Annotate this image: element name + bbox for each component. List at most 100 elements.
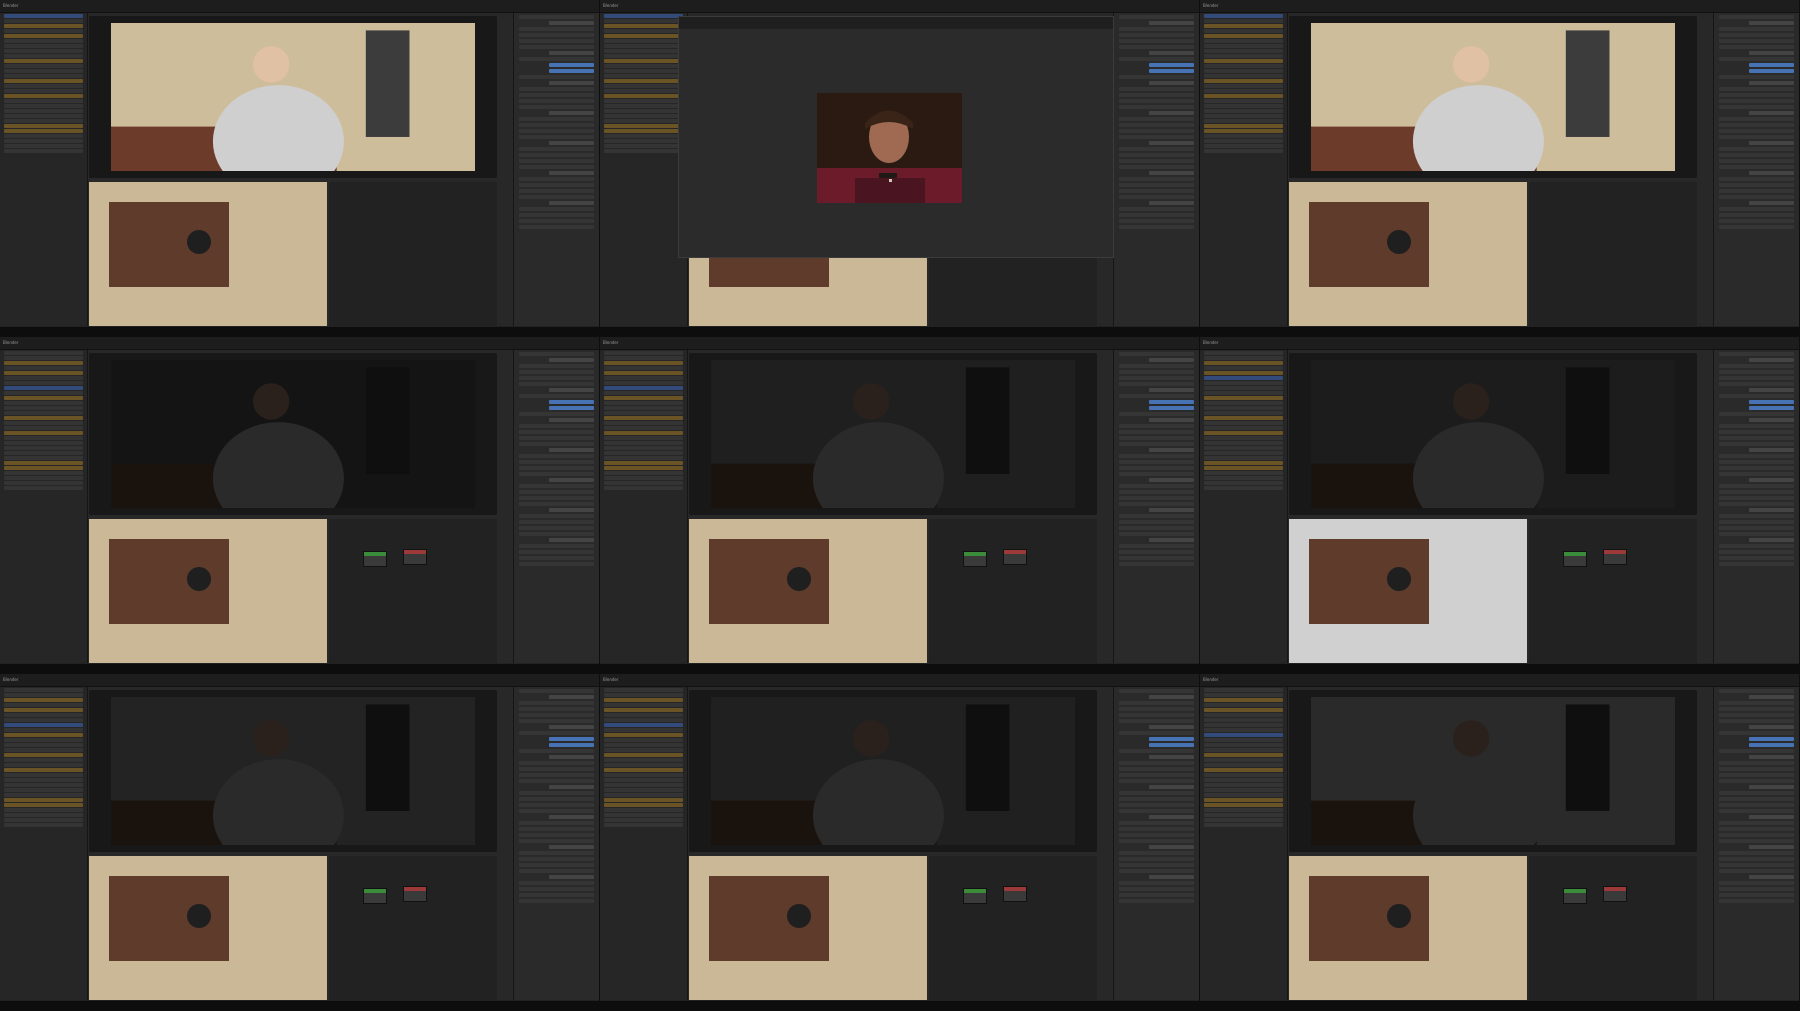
outliner-row[interactable] xyxy=(1119,442,1194,446)
outliner-row[interactable] xyxy=(1119,105,1194,109)
outliner-row[interactable] xyxy=(1719,562,1794,566)
outliner-row[interactable] xyxy=(4,59,83,63)
material-output-node[interactable] xyxy=(1603,549,1627,565)
outliner-row[interactable] xyxy=(1119,797,1194,801)
shader-node-editor[interactable] xyxy=(929,856,1097,1001)
outliner-row[interactable] xyxy=(549,815,594,819)
material-output-node[interactable] xyxy=(403,886,427,902)
outliner-row[interactable] xyxy=(1719,556,1794,560)
outliner-row[interactable] xyxy=(1204,149,1283,153)
outliner-row[interactable] xyxy=(1204,396,1283,400)
outliner-row[interactable] xyxy=(1204,351,1283,355)
outliner-row[interactable] xyxy=(1119,57,1194,61)
outliner-row[interactable] xyxy=(519,869,594,873)
outliner-row[interactable] xyxy=(4,813,83,817)
outliner-row[interactable] xyxy=(1149,171,1194,175)
outliner-row[interactable] xyxy=(519,689,594,693)
outliner-row[interactable] xyxy=(1119,502,1194,506)
outliner-row[interactable] xyxy=(1119,701,1194,705)
outliner-row[interactable] xyxy=(1119,436,1194,440)
properties-panel[interactable] xyxy=(513,13,599,326)
render-viewport[interactable] xyxy=(1289,353,1697,515)
render-viewport[interactable] xyxy=(689,690,1097,852)
outliner-row[interactable] xyxy=(1204,69,1283,73)
outliner-row[interactable] xyxy=(519,424,594,428)
outliner-row[interactable] xyxy=(1719,207,1794,211)
outliner-row[interactable] xyxy=(1719,833,1794,837)
outliner-row[interactable] xyxy=(519,899,594,903)
outliner-row[interactable] xyxy=(4,54,83,58)
outliner-row[interactable] xyxy=(519,412,594,416)
outliner-row[interactable] xyxy=(1719,502,1794,506)
outliner-row[interactable] xyxy=(4,713,83,717)
outliner-row[interactable] xyxy=(549,69,594,73)
shader-node[interactable] xyxy=(363,551,387,567)
outliner-row[interactable] xyxy=(4,94,83,98)
outliner-row[interactable] xyxy=(1119,779,1194,783)
outliner-row[interactable] xyxy=(604,351,683,355)
outliner-row[interactable] xyxy=(519,147,594,151)
outliner-row[interactable] xyxy=(1204,54,1283,58)
outliner-row[interactable] xyxy=(1204,421,1283,425)
outliner-row[interactable] xyxy=(1204,773,1283,777)
outliner-row[interactable] xyxy=(604,361,683,365)
outliner-row[interactable] xyxy=(1119,887,1194,891)
outliner-row[interactable] xyxy=(1204,361,1283,365)
outliner-row[interactable] xyxy=(604,698,683,702)
outliner-row[interactable] xyxy=(1204,84,1283,88)
outliner-row[interactable] xyxy=(1204,703,1283,707)
outliner-row[interactable] xyxy=(1719,899,1794,903)
outliner-row[interactable] xyxy=(1149,743,1194,747)
outliner-row[interactable] xyxy=(604,14,683,18)
outliner-row[interactable] xyxy=(604,406,683,410)
outliner-row[interactable] xyxy=(1119,869,1194,873)
outliner-row[interactable] xyxy=(4,753,83,757)
outliner-row[interactable] xyxy=(4,688,83,692)
outliner-row[interactable] xyxy=(1119,364,1194,368)
outliner-row[interactable] xyxy=(1149,21,1194,25)
outliner-row[interactable] xyxy=(604,24,683,28)
outliner-row[interactable] xyxy=(1119,153,1194,157)
outliner-row[interactable] xyxy=(519,39,594,43)
outliner-row[interactable] xyxy=(604,486,683,490)
outliner-row[interactable] xyxy=(1719,370,1794,374)
outliner-row[interactable] xyxy=(1719,75,1794,79)
shader-node[interactable] xyxy=(963,888,987,904)
outliner-row[interactable] xyxy=(1204,74,1283,78)
outliner-row[interactable] xyxy=(519,436,594,440)
outliner-row[interactable] xyxy=(1749,400,1794,404)
outliner-row[interactable] xyxy=(604,34,683,38)
outliner-row[interactable] xyxy=(604,728,683,732)
outliner-row[interactable] xyxy=(604,44,683,48)
outliner-row[interactable] xyxy=(1204,461,1283,465)
outliner-row[interactable] xyxy=(1719,839,1794,843)
outliner-row[interactable] xyxy=(1119,484,1194,488)
outliner-row[interactable] xyxy=(604,803,683,807)
outliner-row[interactable] xyxy=(1119,15,1194,19)
outliner-row[interactable] xyxy=(1719,424,1794,428)
outliner-row[interactable] xyxy=(4,49,83,53)
outliner-row[interactable] xyxy=(1119,207,1194,211)
outliner-row[interactable] xyxy=(1204,823,1283,827)
outliner-row[interactable] xyxy=(519,502,594,506)
outliner-row[interactable] xyxy=(519,45,594,49)
outliner-row[interactable] xyxy=(519,887,594,891)
outliner-row[interactable] xyxy=(1149,695,1194,699)
outliner-row[interactable] xyxy=(1204,481,1283,485)
outliner-row[interactable] xyxy=(1149,448,1194,452)
outliner-row[interactable] xyxy=(1719,731,1794,735)
outliner-row[interactable] xyxy=(519,99,594,103)
outliner-row[interactable] xyxy=(1204,89,1283,93)
outliner-row[interactable] xyxy=(1204,718,1283,722)
outliner-row[interactable] xyxy=(1719,27,1794,31)
properties-panel[interactable] xyxy=(1713,13,1799,326)
outliner-row[interactable] xyxy=(519,863,594,867)
3d-viewport[interactable] xyxy=(1289,182,1527,327)
outliner-row[interactable] xyxy=(1204,14,1283,18)
outliner-row[interactable] xyxy=(1119,827,1194,831)
outliner-row[interactable] xyxy=(1749,737,1794,741)
outliner-row[interactable] xyxy=(1204,813,1283,817)
outliner-panel[interactable] xyxy=(0,687,88,1000)
outliner-row[interactable] xyxy=(1749,406,1794,410)
outliner-row[interactable] xyxy=(549,141,594,145)
